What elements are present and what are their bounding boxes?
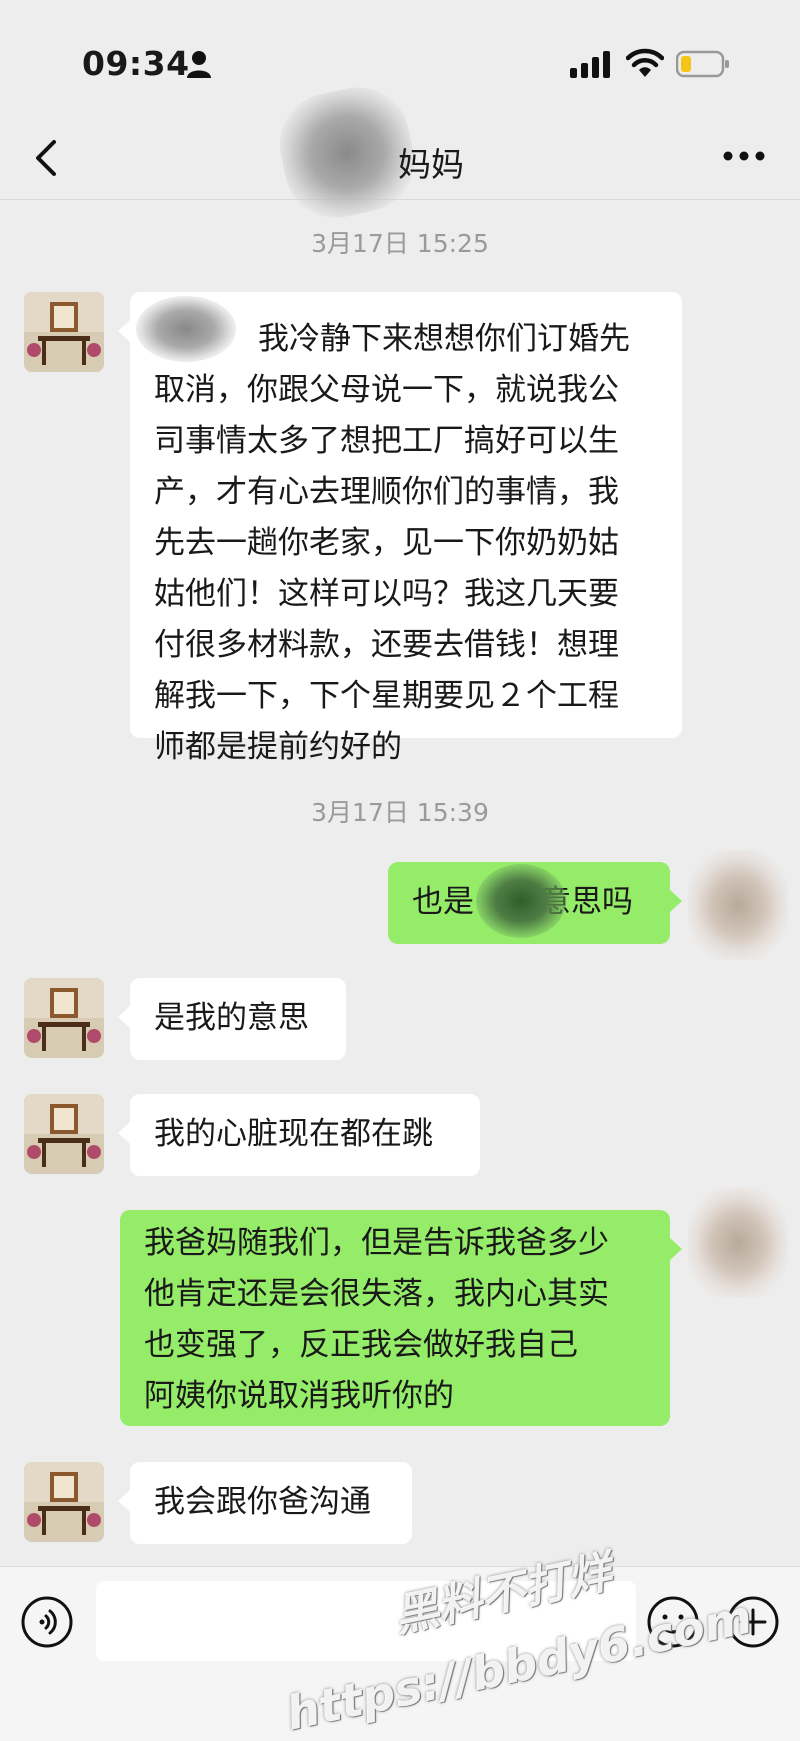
message-line: 取消，你跟父母说一下，就说我公: [154, 372, 619, 408]
message-line: 我爸妈随我们，但是告诉我爸多少: [144, 1225, 609, 1261]
message-line: 师都是提前约好的: [154, 729, 402, 765]
contact-avatar[interactable]: [24, 1094, 104, 1174]
message-line: 解我一下，下个星期要见２个工程: [154, 678, 619, 714]
self-avatar[interactable]: [688, 1188, 788, 1298]
person-icon: [187, 51, 211, 78]
redacted-blur: [136, 296, 236, 362]
chat-header: 妈妈: [0, 77, 800, 228]
message-line: 产，才有心去理顺你们的事情，我: [154, 474, 619, 510]
message-line: 付很多材料款，还要去借钱！想理: [154, 627, 619, 663]
chat-title: 妈妈: [398, 145, 464, 184]
battery-icon: [676, 50, 729, 78]
message-line: 姑他们！这样可以吗？我这几天要: [154, 576, 619, 612]
message-text: 我会跟你爸沟通: [154, 1484, 371, 1520]
status-time: 09:34: [82, 44, 190, 83]
message-line: 他肯定还是会很失落，我内心其实: [144, 1276, 609, 1312]
message-bubble-outgoing[interactable]: 我爸妈随我们，但是告诉我爸多少 他肯定还是会很失落，我内心其实 也变强了，反正我…: [120, 1210, 682, 1426]
message-bubble-outgoing[interactable]: 也是 意思吗: [388, 862, 682, 944]
voice-icon[interactable]: [20, 1595, 74, 1649]
signal-icon: [570, 51, 610, 78]
back-icon[interactable]: [28, 136, 68, 180]
message-line: 也变强了，反正我会做好我自己: [144, 1327, 578, 1363]
redacted-blur: [476, 864, 566, 938]
message-bubble-incoming[interactable]: 我会跟你爸沟通: [118, 1462, 412, 1544]
avatar-image: [24, 1462, 104, 1542]
message-line: 司事情太多了想把工厂搞好可以生: [154, 423, 619, 459]
message-text: 是我的意思: [154, 1000, 309, 1036]
more-icon[interactable]: [722, 148, 766, 164]
timestamp: 3月17日 15:25: [311, 229, 489, 258]
message-line: 先去一趟你老家，见一下你奶奶姑: [154, 525, 619, 561]
message-line: 阿姨你说取消我听你的: [144, 1378, 454, 1414]
message-bubble-incoming[interactable]: 我的心脏现在都在跳: [118, 1094, 480, 1176]
contact-avatar[interactable]: [24, 1462, 104, 1542]
contact-avatar[interactable]: [24, 292, 104, 372]
avatar-image: [24, 1094, 104, 1174]
status-bar: 09:34: [0, 0, 800, 120]
contact-avatar[interactable]: [24, 978, 104, 1058]
avatar-image: [24, 978, 104, 1058]
avatar-image: [24, 292, 104, 372]
message-bubble-incoming[interactable]: 是我的意思: [118, 978, 346, 1060]
wifi-icon: [626, 48, 664, 77]
self-avatar[interactable]: [688, 850, 788, 960]
message-bubble-incoming[interactable]: 我冷静下来想想你们订婚先 取消，你跟父母说一下，就说我公 司事情太多了想把工厂搞…: [118, 292, 682, 765]
message-text: 也是: [412, 884, 474, 920]
timestamp: 3月17日 15:39: [311, 798, 489, 827]
message-text: 我的心脏现在都在跳: [154, 1116, 433, 1152]
